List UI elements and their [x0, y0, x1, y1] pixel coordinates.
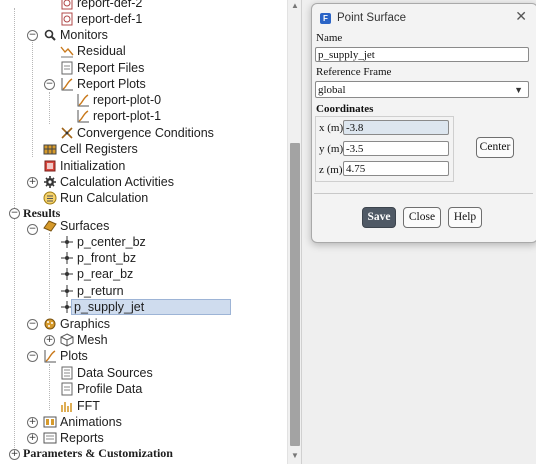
point-surface-icon: [61, 236, 73, 248]
run-calculation-icon: [43, 191, 57, 205]
mesh-icon: [60, 333, 74, 347]
tree-guide: [49, 92, 50, 124]
expand-reports-toggle[interactable]: +: [27, 433, 38, 444]
profile-data-icon: [61, 382, 73, 396]
dialog-title: Point Surface: [337, 12, 407, 24]
tree-guide: [14, 8, 15, 208]
tree-item-calculation-activities[interactable]: Calculation Activities: [43, 174, 174, 190]
residual-icon: [60, 46, 74, 58]
y-coordinate-field[interactable]: -3.5: [343, 141, 449, 156]
scroll-down-arrow-icon[interactable]: ▼: [291, 451, 299, 460]
tree-item-graphics[interactable]: Graphics: [43, 316, 110, 332]
tree-item-monitors[interactable]: Monitors: [43, 27, 108, 43]
tree-item-report-def-2[interactable]: report-def-2: [60, 0, 142, 11]
help-button[interactable]: Help: [448, 207, 482, 228]
tree-item-animations[interactable]: Animations: [43, 414, 122, 430]
point-surface-icon: [61, 252, 73, 264]
name-field[interactable]: p_supply_jet: [315, 47, 529, 62]
tree-item-mesh[interactable]: Mesh: [60, 332, 108, 348]
report-plots-icon: [61, 78, 73, 91]
x-label: x (m): [319, 122, 344, 134]
expand-parameters-toggle[interactable]: +: [9, 449, 20, 460]
reference-frame-select[interactable]: global ▼: [315, 81, 529, 98]
tree-item-profile-data[interactable]: Profile Data: [60, 381, 142, 397]
point-surface-icon: [61, 285, 73, 297]
reports-icon: [43, 432, 57, 444]
collapse-results-toggle[interactable]: −: [9, 208, 20, 219]
report-files-icon: [61, 61, 73, 75]
save-button[interactable]: Save: [362, 207, 396, 228]
report-plot-icon: [77, 110, 89, 123]
plots-icon: [44, 350, 56, 363]
collapse-report-plots-toggle[interactable]: −: [44, 79, 55, 90]
expand-calculation-activities-toggle[interactable]: +: [27, 177, 38, 188]
report-def-icon: [61, 12, 73, 26]
reference-frame-label: Reference Frame: [316, 66, 392, 78]
tree-item-p-supply-jet[interactable]: p_supply_jet: [60, 299, 231, 315]
cell-registers-icon: [43, 144, 57, 155]
initialization-icon: [44, 160, 56, 172]
tree-item-parameters-customization[interactable]: Parameters & Customization: [20, 445, 173, 461]
tree-item-p-center-bz[interactable]: p_center_bz: [60, 234, 146, 250]
collapse-plots-toggle[interactable]: −: [27, 351, 38, 362]
tree-item-run-calculation[interactable]: Run Calculation: [43, 190, 148, 206]
data-sources-icon: [61, 366, 73, 380]
tree-item-data-sources[interactable]: Data Sources: [60, 365, 153, 381]
point-surface-icon: [61, 268, 73, 280]
scrollbar-thumb[interactable]: [290, 143, 300, 446]
tree-item-report-plots[interactable]: Report Plots: [60, 76, 146, 92]
animations-icon: [43, 416, 57, 428]
tree-item-surfaces[interactable]: Surfaces: [43, 218, 109, 234]
tree-scrollbar[interactable]: ▲ ▼: [287, 0, 302, 464]
chevron-down-icon: ▼: [514, 85, 523, 95]
tree-item-report-files[interactable]: Report Files: [60, 60, 144, 76]
reference-frame-value: global: [318, 84, 346, 96]
tree-item-p-front-bz[interactable]: p_front_bz: [60, 250, 136, 266]
calculation-activities-icon: [44, 176, 56, 188]
tree-guide: [14, 217, 15, 452]
tree-item-p-rear-bz[interactable]: p_rear_bz: [60, 266, 133, 282]
tree-guide: [49, 364, 50, 410]
z-coordinate-field[interactable]: 4.75: [343, 161, 449, 176]
tree-item-convergence-conditions[interactable]: Convergence Conditions: [60, 125, 214, 141]
collapse-surfaces-toggle[interactable]: −: [27, 224, 38, 235]
close-button[interactable]: Close: [403, 207, 441, 228]
close-icon[interactable]: ✕: [515, 8, 527, 25]
convergence-icon: [61, 127, 73, 139]
fluent-logo-icon: F: [320, 12, 331, 24]
tree-item-report-plot-0[interactable]: report-plot-0: [76, 92, 161, 108]
graphics-icon: [44, 318, 56, 330]
tree-item-initialization[interactable]: Initialization: [43, 158, 125, 174]
dialog-divider: [314, 193, 533, 194]
coordinates-label: Coordinates: [316, 103, 374, 115]
collapse-graphics-toggle[interactable]: −: [27, 319, 38, 330]
report-def-icon: [61, 0, 73, 10]
name-label: Name: [316, 32, 343, 44]
tree-guide: [32, 42, 33, 157]
tree-item-cell-registers[interactable]: Cell Registers: [43, 141, 138, 157]
dialog-title-bar[interactable]: F Point Surface: [320, 10, 406, 26]
tree-item-report-def-1[interactable]: report-def-1: [60, 11, 142, 27]
y-label: y (m): [319, 143, 344, 155]
fft-icon: [61, 402, 72, 412]
point-surface-dialog: F Point Surface ✕ Name p_supply_jet Refe…: [311, 3, 536, 243]
z-label: z (m): [319, 164, 343, 176]
outline-tree: report-def-2 report-def-1 − Monitors Res…: [0, 0, 287, 464]
tree-item-report-plot-1[interactable]: report-plot-1: [76, 108, 161, 124]
report-plot-icon: [77, 94, 89, 107]
tree-item-p-return[interactable]: p_return: [60, 283, 124, 299]
expand-mesh-toggle[interactable]: +: [44, 335, 55, 346]
tree-item-reports[interactable]: Reports: [43, 430, 104, 446]
scroll-up-arrow-icon[interactable]: ▲: [291, 1, 299, 10]
expand-animations-toggle[interactable]: +: [27, 417, 38, 428]
tree-item-fft[interactable]: FFT: [60, 398, 100, 414]
tree-item-residual[interactable]: Residual: [60, 43, 126, 59]
monitors-icon: [44, 29, 56, 41]
surfaces-icon: [43, 220, 57, 232]
collapse-monitors-toggle[interactable]: −: [27, 30, 38, 41]
tree-item-plots[interactable]: Plots: [43, 348, 88, 364]
tree-guide: [49, 233, 50, 311]
center-button[interactable]: Center: [476, 137, 514, 158]
x-coordinate-field[interactable]: -3.8: [343, 120, 449, 135]
